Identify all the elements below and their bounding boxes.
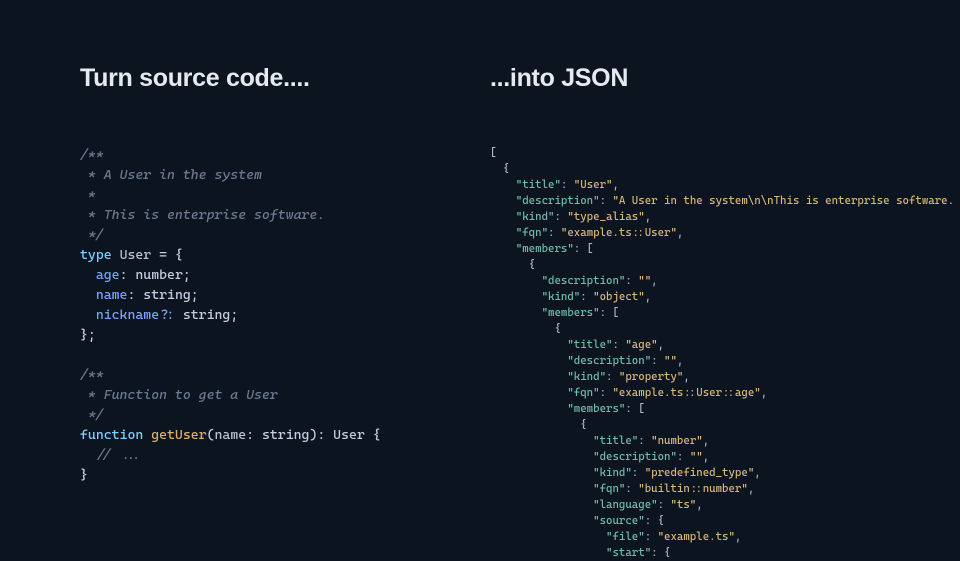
comment-line: * Function to get a User (80, 387, 278, 403)
json-key: "kind" (542, 290, 581, 303)
json-key: "title" (593, 434, 638, 447)
json-key: "description" (516, 194, 600, 207)
json-key: "fqn" (593, 482, 625, 495)
punctuation: ( (207, 427, 215, 443)
punctuation: = { (151, 247, 183, 263)
punctuation: ): (309, 427, 333, 443)
punctuation: : (127, 287, 143, 303)
json-punc: [ (490, 146, 496, 159)
json-key: "kind" (567, 370, 606, 383)
json-punc: { (490, 322, 561, 335)
json-value: "number" (651, 434, 703, 447)
source-code-block: /** * A User in the system * * This is e… (80, 145, 460, 485)
comment-line: * (80, 187, 96, 203)
json-key: "members" (567, 402, 625, 415)
json-key: "kind" (516, 210, 555, 223)
json-value: "example.ts" (658, 530, 735, 543)
json-output-panel: ...into JSON [ { "title": "User", "descr… (480, 0, 954, 540)
json-value: "User" (574, 178, 613, 191)
property: age (96, 267, 120, 283)
json-value: "property" (619, 370, 683, 383)
json-value: "type_alias" (567, 210, 644, 223)
json-value: "" (638, 274, 651, 287)
punctuation: } (80, 467, 88, 483)
source-code-panel: Turn source code.... /** * A User in the… (24, 0, 480, 540)
json-value: "" (664, 354, 677, 367)
type: string (183, 307, 230, 323)
punctuation: }; (80, 327, 96, 343)
json-key: "source" (593, 514, 645, 527)
source-heading: Turn source code.... (80, 64, 460, 93)
punctuation: : (120, 267, 136, 283)
keyword: type (80, 247, 112, 263)
json-value: "example.ts::User::age" (612, 386, 760, 399)
json-key: "title" (516, 178, 561, 191)
type-name: User (120, 247, 152, 263)
json-value: "object" (593, 290, 645, 303)
punctuation: ; (230, 307, 238, 323)
json-key: "description" (567, 354, 651, 367)
json-punc: { (490, 258, 535, 271)
json-output-block: [ { "title": "User", "description": "A U… (490, 145, 954, 561)
json-key: "members" (542, 306, 600, 319)
json-key: "start" (606, 546, 651, 559)
json-key: "fqn" (516, 226, 548, 239)
punctuation: : (246, 427, 262, 443)
property: nickname (96, 307, 159, 323)
json-key: "description" (593, 450, 677, 463)
punctuation: : (167, 307, 183, 323)
json-value: "predefined_type" (645, 466, 755, 479)
param-name: name (215, 427, 247, 443)
json-value: "builtin::number" (638, 482, 748, 495)
json-value: "age" (625, 338, 657, 351)
return-type: User (333, 427, 365, 443)
comment-line: /** (80, 367, 104, 383)
json-heading: ...into JSON (490, 64, 954, 93)
two-column-layout: Turn source code.... /** * A User in the… (24, 0, 936, 540)
json-value: "" (690, 450, 703, 463)
json-punc: { (490, 162, 509, 175)
json-key: "fqn" (567, 386, 599, 399)
json-punc: { (490, 418, 587, 431)
json-value: "ts" (670, 498, 696, 511)
type: number (135, 267, 182, 283)
json-key: "kind" (593, 466, 632, 479)
json-value: "example.ts::User" (561, 226, 677, 239)
function-name: getUser (151, 427, 206, 443)
comment-line: /** (80, 147, 104, 163)
type: string (143, 287, 190, 303)
type: string (262, 427, 309, 443)
json-key: "members" (516, 242, 574, 255)
comment-line: * This is enterprise software. (80, 207, 325, 223)
punctuation: ; (191, 287, 199, 303)
keyword: function (80, 427, 143, 443)
punctuation: ; (183, 267, 191, 283)
json-key: "description" (542, 274, 626, 287)
comment-line: * A User in the system (80, 167, 262, 183)
json-key: "language" (593, 498, 657, 511)
json-key: "file" (606, 530, 645, 543)
optional-mark: ? (159, 307, 167, 323)
comment-line: // ... (80, 447, 143, 463)
json-value: "A User in the system\n\nThis is enterpr… (612, 194, 954, 207)
comment-line: */ (80, 407, 104, 423)
punctuation: { (365, 427, 381, 443)
comment-line: */ (80, 227, 104, 243)
json-key: "title" (567, 338, 612, 351)
property: name (96, 287, 128, 303)
